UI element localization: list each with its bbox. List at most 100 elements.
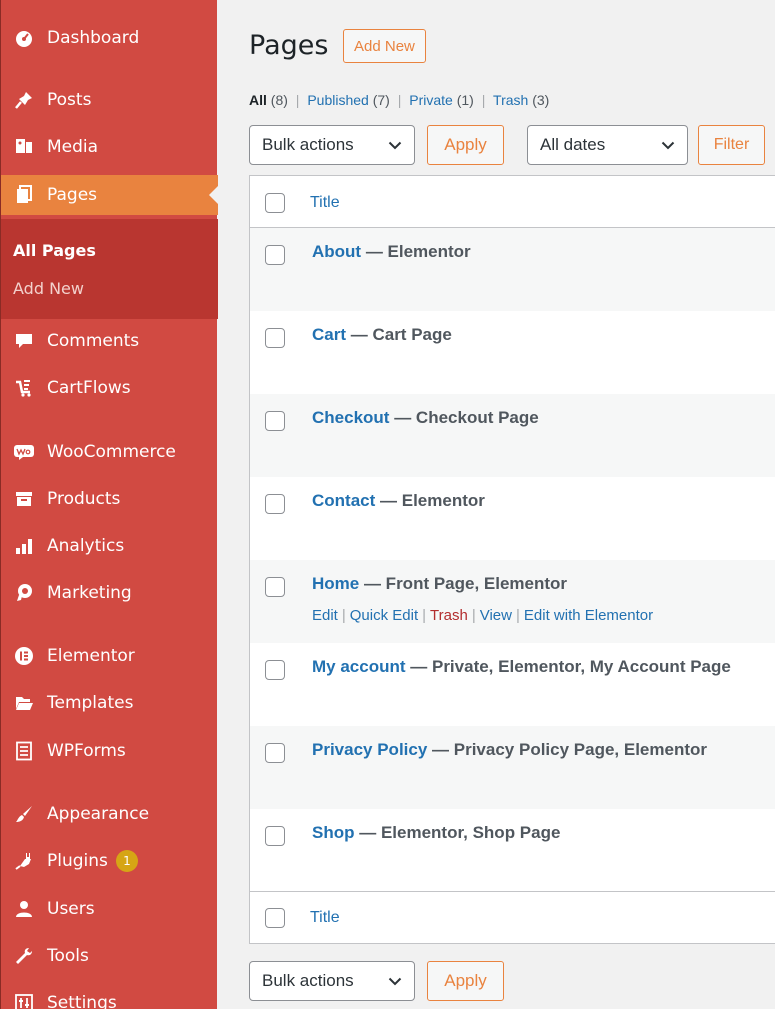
chevron-down-icon bbox=[388, 971, 402, 991]
filter-private-link[interactable]: Private bbox=[409, 92, 453, 108]
page-title-link[interactable]: Shop bbox=[312, 823, 355, 842]
sidebar-item-elementor[interactable]: Elementor bbox=[1, 636, 218, 676]
main-content: Pages Add New All (8) | Published (7) | … bbox=[217, 0, 775, 1009]
sidebar-item-plugins[interactable]: Plugins 1 bbox=[1, 841, 218, 881]
sidebar-item-marketing[interactable]: Marketing bbox=[1, 573, 218, 613]
sidebar-item-settings[interactable]: Settings bbox=[1, 983, 218, 1009]
filter-published-link[interactable]: Published bbox=[307, 92, 369, 108]
page-title-link[interactable]: Contact bbox=[312, 491, 375, 510]
table-row: About — Elementor bbox=[250, 228, 775, 311]
sidebar-item-posts[interactable]: Posts bbox=[1, 80, 218, 120]
paintbrush-icon bbox=[13, 803, 35, 825]
sidebar-item-label: CartFlows bbox=[47, 378, 131, 398]
sidebar-item-label: Analytics bbox=[47, 536, 125, 556]
separator: | bbox=[422, 607, 427, 624]
sidebar-item-pages[interactable]: Pages bbox=[1, 175, 218, 215]
add-new-page-button[interactable]: Add New bbox=[343, 29, 426, 63]
column-title-header[interactable]: Title bbox=[310, 194, 340, 212]
sidebar-item-label: Settings bbox=[47, 993, 117, 1009]
page-title-link[interactable]: About bbox=[312, 242, 361, 261]
bulk-actions-select-bottom[interactable]: Bulk actions bbox=[249, 961, 415, 1001]
row-checkbox[interactable] bbox=[265, 494, 285, 514]
settings-icon bbox=[13, 992, 35, 1009]
sidebar-item-products[interactable]: Products bbox=[1, 479, 218, 519]
select-all-checkbox[interactable] bbox=[265, 193, 285, 213]
dashboard-icon bbox=[13, 27, 35, 49]
submenu-all-pages[interactable]: All Pages bbox=[13, 241, 96, 260]
separator: | bbox=[481, 92, 486, 108]
sidebar-item-tools[interactable]: Tools bbox=[1, 936, 218, 976]
sidebar-item-media[interactable]: Media bbox=[1, 127, 218, 167]
chevron-down-icon bbox=[661, 135, 675, 155]
row-checkbox[interactable] bbox=[265, 328, 285, 348]
edit-with-elementor-link[interactable]: Edit with Elementor bbox=[524, 607, 653, 624]
post-states: — Private, Elementor, My Account Page bbox=[405, 657, 731, 676]
trash-link[interactable]: Trash bbox=[430, 607, 468, 624]
edit-link[interactable]: Edit bbox=[312, 607, 338, 624]
row-checkbox[interactable] bbox=[265, 826, 285, 846]
sidebar-item-label: Appearance bbox=[47, 804, 150, 824]
page-title-link[interactable]: Cart bbox=[312, 325, 346, 344]
sidebar-item-users[interactable]: Users bbox=[1, 889, 218, 929]
bulk-actions-select[interactable]: Bulk actions bbox=[249, 125, 415, 165]
table-footer: Title bbox=[250, 891, 775, 943]
post-states: — Elementor bbox=[361, 242, 471, 261]
pages-icon bbox=[13, 184, 35, 206]
row-title: Privacy Policy — Privacy Policy Page, El… bbox=[312, 740, 707, 760]
bulk-actions-value: Bulk actions bbox=[262, 971, 354, 990]
sidebar-item-label: Posts bbox=[47, 90, 92, 110]
sidebar-item-templates[interactable]: Templates bbox=[1, 683, 218, 723]
post-states: — Elementor bbox=[375, 491, 485, 510]
row-title: Checkout — Checkout Page bbox=[312, 408, 539, 428]
post-states: — Checkout Page bbox=[389, 408, 539, 427]
sidebar-item-wpforms[interactable]: WPForms bbox=[1, 731, 218, 771]
sidebar-item-woocommerce[interactable]: WooCommerce bbox=[1, 432, 218, 472]
row-checkbox[interactable] bbox=[265, 245, 285, 265]
sidebar-item-comments[interactable]: Comments bbox=[1, 321, 218, 361]
apply-button[interactable]: Apply bbox=[427, 125, 504, 165]
select-all-checkbox-footer[interactable] bbox=[265, 908, 285, 928]
woocommerce-icon bbox=[13, 441, 35, 463]
column-title-footer[interactable]: Title bbox=[310, 909, 340, 927]
pin-icon bbox=[13, 89, 35, 111]
page-title-link[interactable]: Privacy Policy bbox=[312, 740, 427, 759]
filter-trash-count: (3) bbox=[532, 92, 550, 108]
quick-edit-link[interactable]: Quick Edit bbox=[350, 607, 418, 624]
row-checkbox[interactable] bbox=[265, 660, 285, 680]
table-row: Home — Front Page, Elementor Edit | Quick … bbox=[250, 560, 775, 643]
sidebar-item-label: Dashboard bbox=[47, 28, 140, 48]
cartflows-icon bbox=[13, 377, 35, 399]
sidebar-item-appearance[interactable]: Appearance bbox=[1, 794, 218, 834]
admin-sidebar: All Pages Add New Dashboard Posts Media … bbox=[0, 0, 218, 1009]
submenu-add-new[interactable]: Add New bbox=[13, 279, 84, 298]
sidebar-item-label: Comments bbox=[47, 331, 140, 351]
view-link[interactable]: View bbox=[480, 607, 512, 624]
date-filter-value: All dates bbox=[540, 135, 606, 154]
filter-trash-link[interactable]: Trash bbox=[493, 92, 528, 108]
table-header: Title bbox=[250, 176, 775, 228]
date-filter-select[interactable]: All dates bbox=[527, 125, 688, 165]
page-title-link[interactable]: Checkout bbox=[312, 408, 389, 427]
row-title: My account — Private, Elementor, My Acco… bbox=[312, 657, 731, 677]
apply-button-bottom[interactable]: Apply bbox=[427, 961, 504, 1001]
filter-all-link[interactable]: All bbox=[249, 92, 267, 108]
filter-button[interactable]: Filter bbox=[698, 125, 765, 165]
page-title-link[interactable]: Home bbox=[312, 574, 359, 593]
users-icon bbox=[13, 898, 35, 920]
page-title-link[interactable]: My account bbox=[312, 657, 406, 676]
row-checkbox[interactable] bbox=[265, 743, 285, 763]
products-icon bbox=[13, 488, 35, 510]
sidebar-item-analytics[interactable]: Analytics bbox=[1, 526, 218, 566]
table-row: Shop — Elementor, Shop Page bbox=[250, 809, 775, 892]
sidebar-item-label: Elementor bbox=[47, 646, 135, 666]
row-actions: Edit | Quick Edit | Trash | View | Edit with Ele… bbox=[312, 607, 653, 624]
sidebar-item-cartflows[interactable]: CartFlows bbox=[1, 368, 218, 408]
row-checkbox[interactable] bbox=[265, 577, 285, 597]
separator: | bbox=[295, 92, 300, 108]
row-checkbox[interactable] bbox=[265, 411, 285, 431]
sidebar-item-dashboard[interactable]: Dashboard bbox=[1, 18, 218, 58]
sidebar-item-label: Templates bbox=[47, 693, 134, 713]
table-row: My account — Private, Elementor, My Acco… bbox=[250, 643, 775, 726]
separator: | bbox=[515, 607, 520, 624]
sidebar-item-label: Media bbox=[47, 137, 99, 157]
